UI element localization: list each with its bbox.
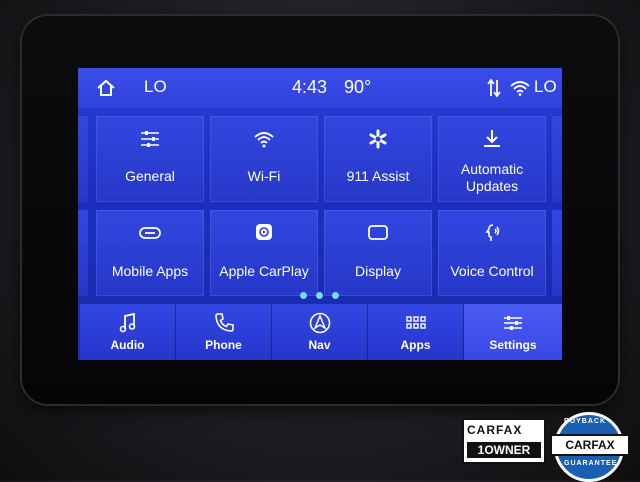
right-fan-level: LO (534, 77, 557, 96)
tile-label: Wi-Fi (247, 168, 281, 184)
tile-edge-right (552, 116, 562, 202)
tile-label: Mobile Apps (111, 263, 189, 279)
tile-label: General (125, 168, 175, 184)
tile-911-assist[interactable]: 911 Assist (324, 116, 432, 202)
wifi-status-icon (510, 81, 530, 96)
tile-wifi[interactable]: Wi-Fi (210, 116, 318, 202)
carfax-buyback-guarantee-badge: BUYBACK CARFAX GUARANTEE (550, 412, 630, 482)
nav-apps[interactable]: Apps (368, 304, 464, 360)
tile-label: 911 Assist (346, 168, 410, 184)
tile-label: Apple CarPlay (219, 263, 309, 279)
tile-voice-control[interactable]: Voice Control (438, 210, 546, 296)
nav-label: Phone (205, 338, 242, 352)
nav-label: Apps (400, 338, 431, 352)
link-icon (139, 227, 161, 239)
tile-edge-right (552, 210, 562, 296)
tile-label: Voice Control (450, 263, 534, 279)
tile-edge-left (78, 116, 88, 202)
tile-edge-left (78, 210, 88, 296)
badge-text: BUYBACK (564, 418, 606, 425)
nav-label: Nav (308, 338, 331, 352)
download-icon (484, 130, 500, 147)
phone-icon (215, 313, 234, 332)
badge-text: 1OWNER (467, 442, 541, 458)
nav-label: Audio (110, 338, 145, 352)
wifi-icon (254, 132, 274, 148)
tile-label: Automatic Updates (460, 161, 524, 194)
nav-settings[interactable]: Settings (464, 304, 562, 360)
display-icon (368, 225, 388, 240)
nav-phone[interactable]: Phone (176, 304, 272, 360)
left-fan-level: LO (144, 77, 167, 96)
bottom-nav-bar: Audio Phone Nav Apps Settings (78, 304, 562, 360)
tile-mobile-apps[interactable]: Mobile Apps (96, 210, 204, 296)
settings-sliders-icon (504, 316, 522, 330)
clock: 4:43 (292, 77, 328, 97)
navigation-icon (309, 312, 331, 334)
sliders-icon (141, 131, 159, 147)
badge-text: CARFAX (467, 423, 523, 437)
tile-automatic-updates[interactable]: Automatic Updates (438, 116, 546, 202)
page-indicator (300, 292, 344, 300)
voice-icon (485, 224, 500, 241)
carfax-one-owner-badge: CARFAX 1OWNER (462, 418, 546, 464)
data-transfer-icon (487, 78, 501, 98)
page-dot (300, 292, 307, 299)
status-bar: LO 4:43 90° LO (78, 68, 562, 108)
carplay-icon (256, 224, 272, 240)
nav-navigation[interactable]: Nav (272, 304, 368, 360)
home-icon[interactable] (96, 78, 116, 98)
infotainment-screen: LO 4:43 90° LO General Wi-Fi 911 Assist … (78, 68, 562, 360)
badge-text: CARFAX (550, 434, 630, 456)
tile-apple-carplay[interactable]: Apple CarPlay (210, 210, 318, 296)
nav-label: Settings (489, 338, 537, 352)
tile-general[interactable]: General (96, 116, 204, 202)
page-dot (332, 292, 339, 299)
tile-display[interactable]: Display (324, 210, 432, 296)
asterisk-icon (369, 129, 387, 149)
outside-temperature: 90° (344, 77, 372, 97)
music-note-icon (119, 312, 136, 333)
apps-grid-icon (406, 316, 426, 329)
page-dot (316, 292, 323, 299)
nav-audio[interactable]: Audio (80, 304, 176, 360)
badge-text: GUARANTEE (564, 460, 618, 467)
tile-label: Display (355, 263, 401, 279)
